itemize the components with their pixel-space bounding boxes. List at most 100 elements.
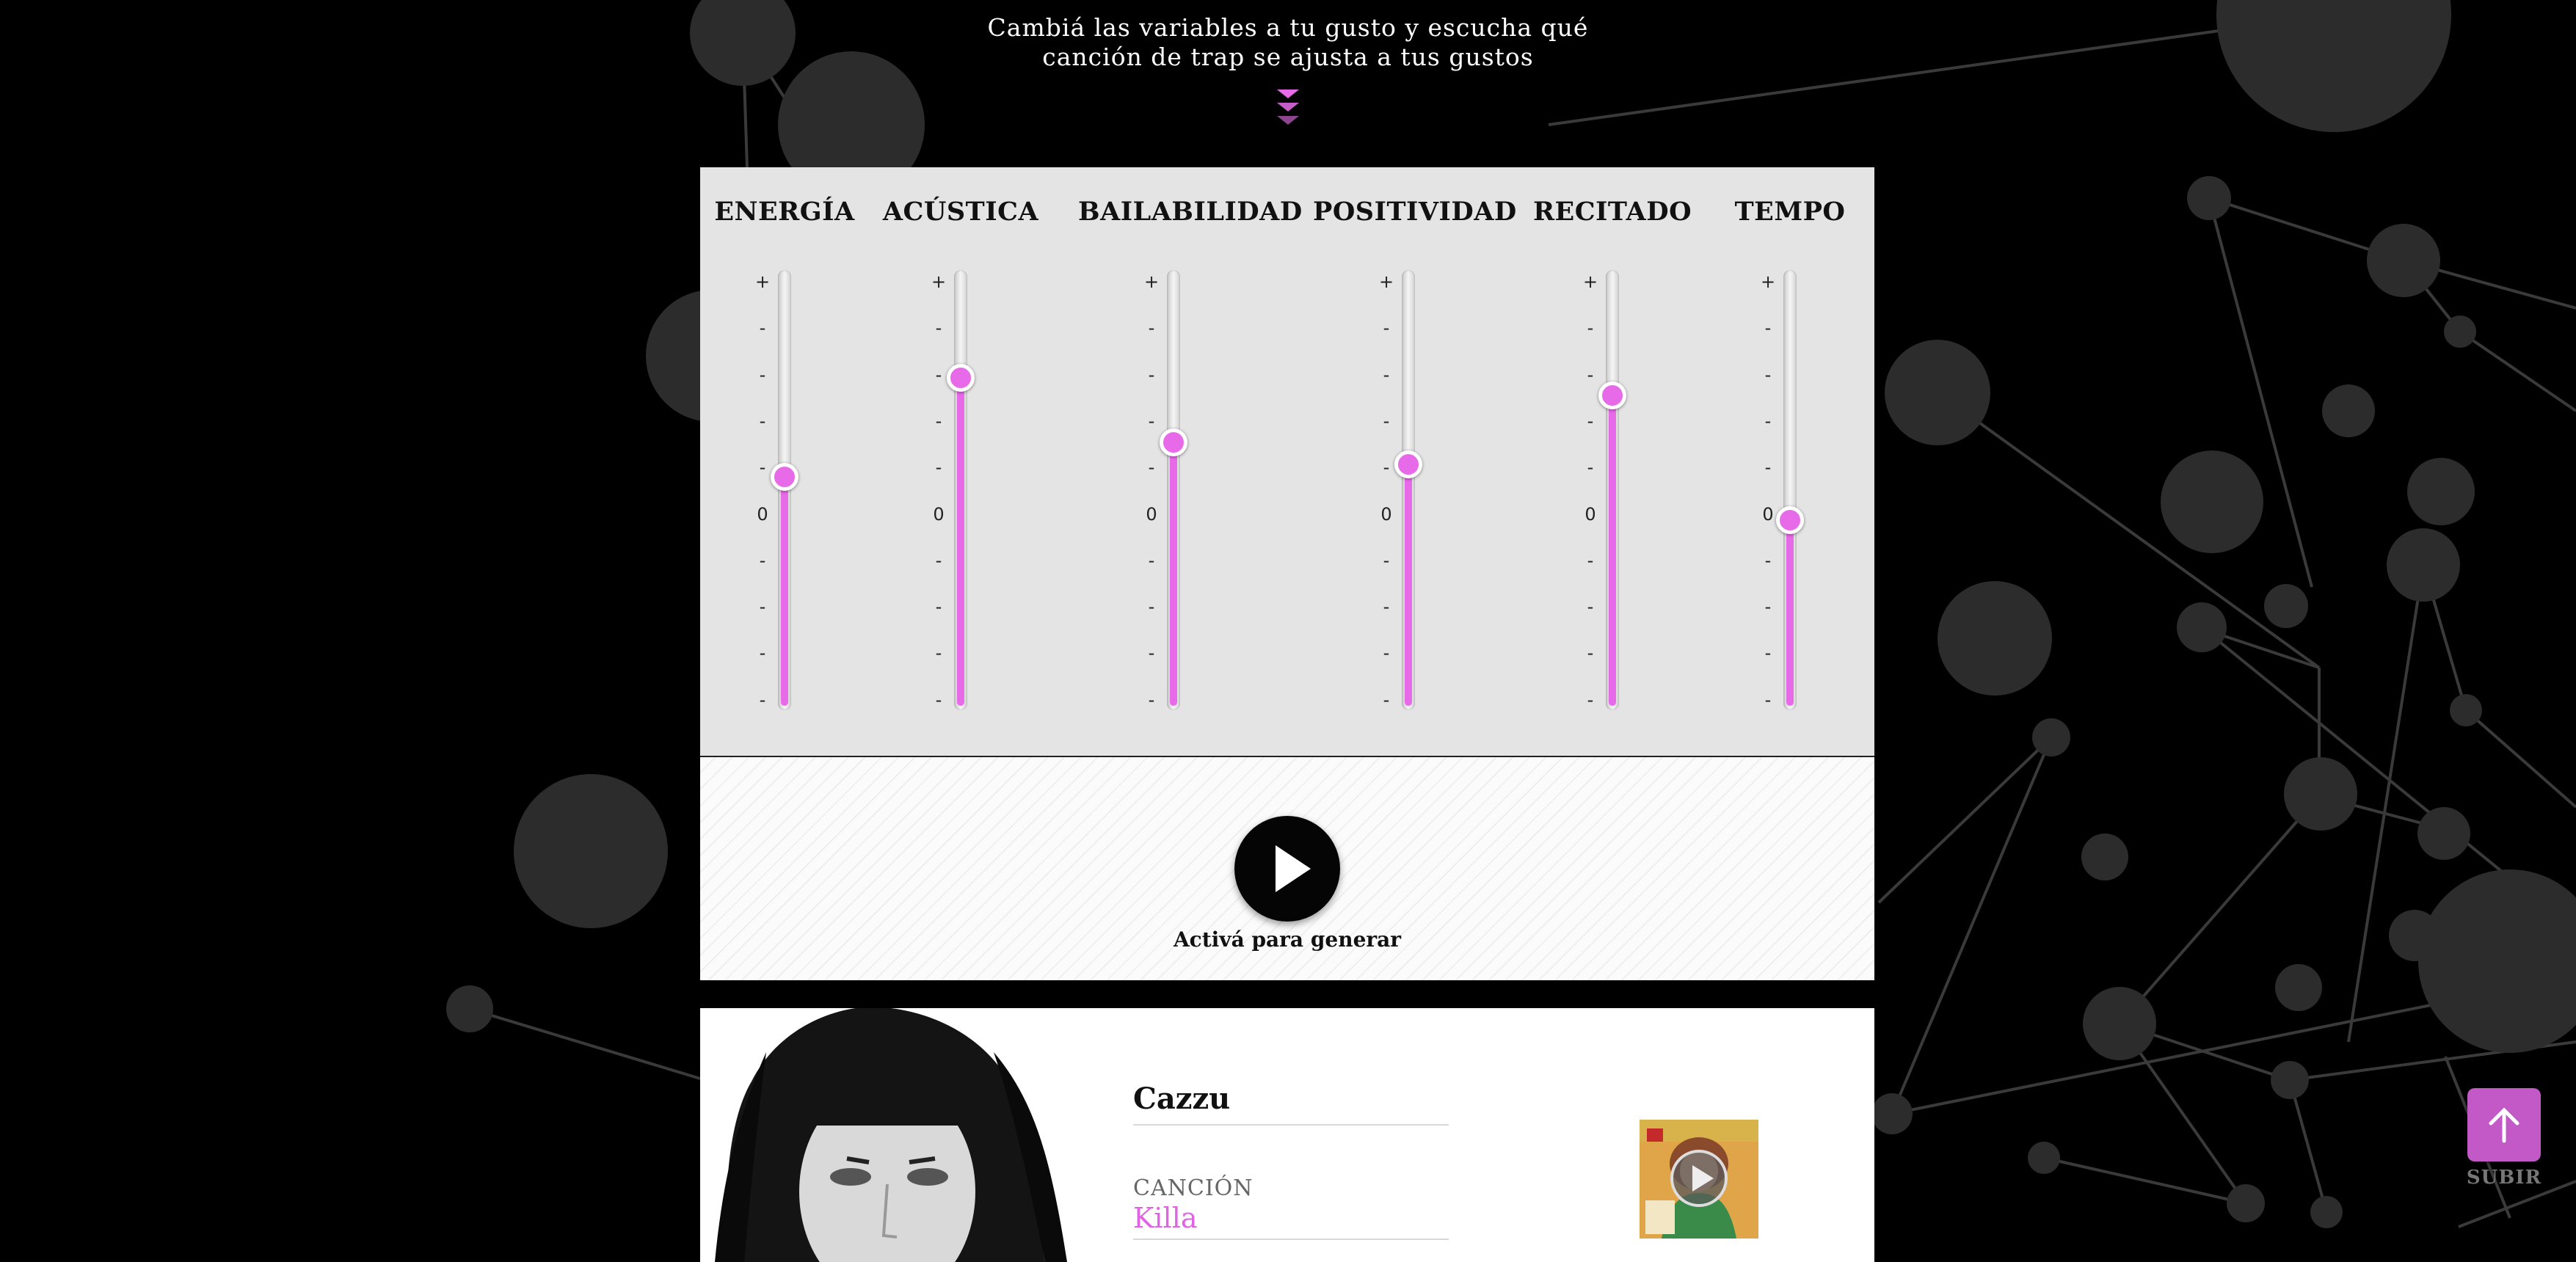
slider-tick: - — [1148, 318, 1155, 339]
slider-tick: + — [931, 271, 947, 292]
slider-fill — [957, 378, 964, 706]
slider-tick: - — [759, 364, 766, 385]
slider-tick: - — [1587, 550, 1594, 571]
slider-tick: - — [1587, 410, 1594, 431]
slider-track[interactable] — [954, 270, 967, 710]
artist-name: Cazzu — [1133, 1082, 1449, 1126]
slider-tick: - — [1587, 457, 1594, 478]
generate-label: Activá para generar — [1173, 927, 1402, 952]
play-icon — [1670, 1150, 1728, 1207]
slider-handle[interactable] — [771, 463, 798, 492]
slider-fill — [1609, 395, 1616, 706]
slider-handle[interactable] — [947, 364, 975, 393]
slider-tick: - — [1148, 550, 1155, 571]
slider-4: RECITADO + - - - - 0 - - - - — [1517, 167, 1708, 756]
intro-line-1: Cambiá las variables a tu gusto y escuch… — [987, 13, 1589, 42]
slider-tick: + — [1143, 271, 1160, 292]
scroll-top-label: SUBIR — [2466, 1167, 2542, 1189]
slider-0: ENERGÍA + - - - -0- - - - — [689, 167, 880, 756]
slider-tick: - — [1764, 597, 1772, 618]
chevron-down-icon — [1277, 90, 1299, 125]
slider-handle[interactable] — [1598, 381, 1626, 409]
slider-tick: - — [935, 457, 942, 478]
slider-fill — [1405, 464, 1412, 706]
slider-5: TEMPO + - - - -0- - - - — [1695, 167, 1885, 756]
slider-tick: - — [935, 643, 942, 664]
slider-tick: - — [1383, 643, 1390, 664]
slider-label: ENERGÍA — [714, 197, 855, 227]
variables-panel: ENERGÍA + - - - - 0 - - - - ACÚSTICA + - - - - 0 - - - - BAILA… — [700, 167, 1874, 756]
slider-tick: - — [935, 550, 942, 571]
slider-tick: - — [1764, 689, 1772, 710]
slider-track[interactable] — [1402, 270, 1415, 710]
slider-fill — [781, 477, 788, 706]
slider-tick: - — [1383, 410, 1390, 431]
slider-tick: - — [1148, 364, 1155, 385]
slider-track[interactable] — [1606, 270, 1619, 710]
slider-tick: - — [1148, 643, 1155, 664]
slider-tick: - — [1764, 457, 1772, 478]
song-title[interactable]: Killa — [1133, 1202, 1449, 1240]
slider-fill — [1170, 442, 1177, 706]
slider-label: BAILABILIDAD — [1078, 197, 1303, 227]
slider-tick: - — [1383, 597, 1390, 618]
slider-tick: - — [1587, 597, 1594, 618]
slider-handle[interactable] — [1160, 428, 1187, 457]
result-card: Cazzu CANCIÓN Killa — [700, 1008, 1874, 1262]
slider-tick: - — [935, 689, 942, 710]
slider-tick: - — [759, 597, 766, 618]
intro-line-2: canción de trap se ajusta a tus gustos — [1042, 43, 1534, 71]
album-cover-play[interactable] — [1640, 1120, 1758, 1239]
slider-1: ACÚSTICA + - - - -0- - - - — [865, 167, 1056, 756]
slider-handle[interactable] — [1394, 450, 1422, 478]
slider-tick: - — [759, 643, 766, 664]
slider-tick: - — [1148, 410, 1155, 431]
arrow-up-icon — [2489, 1107, 2519, 1143]
slider-tick: - — [935, 410, 942, 431]
slider-2: BAILABILIDAD + - - - - 0 - - - - — [1078, 167, 1303, 756]
slider-tick: - — [1148, 457, 1155, 478]
slider-label: POSITIVIDAD — [1313, 197, 1517, 227]
slider-label: RECITADO — [1532, 197, 1692, 227]
slider-tick: - — [1764, 643, 1772, 664]
slider-tick: - — [1587, 318, 1594, 339]
slider-tick: - — [1764, 318, 1772, 339]
slider-tick: - — [1587, 364, 1594, 385]
slider-handle[interactable] — [1776, 506, 1804, 535]
slider-tick: 0 — [1584, 503, 1596, 525]
slider-tick: - — [1383, 318, 1390, 339]
generator-section: Activá para generar — [700, 756, 1874, 980]
slider-tick: 0 — [1146, 503, 1157, 525]
slider-tick: - — [759, 689, 766, 710]
slider-tick: + — [1582, 271, 1598, 292]
intro-text: Cambiá las variables a tu gusto y escuch… — [917, 13, 1659, 72]
slider-tick: + — [1760, 271, 1776, 292]
generate-button[interactable] — [1234, 816, 1340, 922]
slider-track[interactable] — [1167, 270, 1180, 710]
slider-tick: - — [759, 318, 766, 339]
song-caption: CANCIÓN — [1133, 1175, 1254, 1201]
slider-tick: - — [1587, 689, 1594, 710]
slider-tick: - — [1148, 597, 1155, 618]
slider-tick: - — [1383, 364, 1390, 385]
slider-tick: + — [1378, 271, 1394, 292]
slider-tick: 0 — [933, 503, 945, 525]
slider-tick: - — [935, 597, 942, 618]
artist-photo — [700, 1008, 1067, 1262]
slider-fill — [1786, 520, 1794, 706]
slider-tick: - — [1383, 550, 1390, 571]
slider-tick: - — [1764, 364, 1772, 385]
slider-tick: - — [1587, 643, 1594, 664]
scroll-top-button[interactable] — [2467, 1088, 2541, 1161]
slider-tick: 0 — [1380, 503, 1392, 525]
slider-label: ACÚSTICA — [882, 197, 1039, 227]
slider-track[interactable] — [1783, 270, 1797, 710]
slider-tick: - — [935, 318, 942, 339]
slider-tick: - — [1764, 410, 1772, 431]
slider-tick: + — [754, 271, 771, 292]
slider-tick: - — [1764, 550, 1772, 571]
slider-tick: 0 — [757, 503, 768, 525]
slider-3: POSITIVIDAD + - - - -0- - - - — [1313, 167, 1517, 756]
slider-tick: - — [759, 410, 766, 431]
slider-tick: - — [759, 550, 766, 571]
